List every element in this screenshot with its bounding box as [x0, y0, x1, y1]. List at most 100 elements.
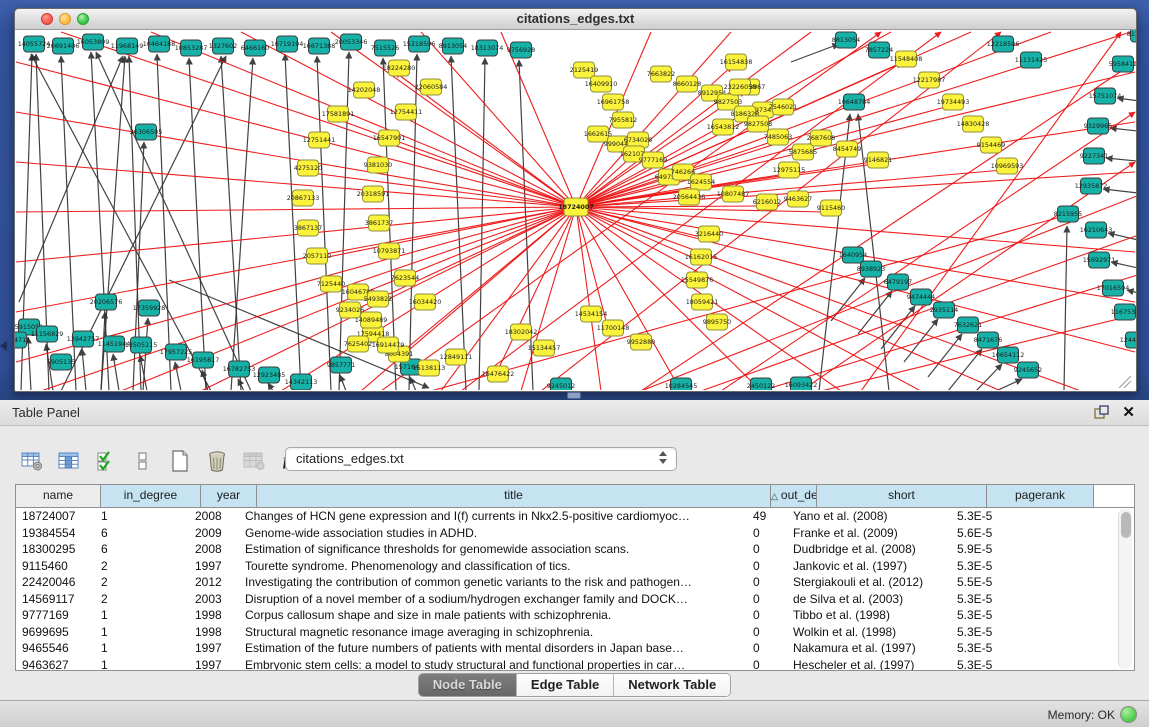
- table-cell: 0: [747, 640, 787, 657]
- table-cell: 2: [95, 591, 189, 608]
- scrollbar-thumb[interactable]: [1121, 512, 1131, 538]
- graph-node-label: 1624554: [687, 178, 715, 186]
- graph-node-label: 7125440: [317, 280, 345, 288]
- import-table-disabled-icon: [242, 449, 266, 473]
- graph-node-label: 10853287: [175, 44, 208, 52]
- column-header-label: year: [217, 488, 240, 502]
- table-header-row: namein_degree year title△out_de...shortpag…: [16, 485, 1134, 508]
- graph-edge: [19, 56, 123, 302]
- tab-edge-table[interactable]: Edge Table: [517, 674, 614, 696]
- table-row[interactable]: 2242004622012Investigating the contribut…: [16, 574, 1134, 591]
- vertical-scrollbar[interactable]: [1118, 509, 1132, 669]
- table-cell: Estimation of significance thresholds fo…: [239, 541, 747, 558]
- network-canvas[interactable]: 1405572420691406160538091196814910464188…: [15, 30, 1136, 390]
- graph-node-label: 9827508: [744, 120, 772, 128]
- select-columns-icon[interactable]: [94, 449, 118, 473]
- graph-node-label: 7632621: [954, 321, 982, 329]
- table-column-icon[interactable]: [57, 449, 81, 473]
- table-cell: Nakamura et al. (1997): [787, 640, 951, 657]
- graph-edge: [16, 207, 576, 212]
- table-row[interactable]: 1456911722003Disruption of a novel membe…: [16, 591, 1134, 608]
- table-cell: Changes of HCN gene expression and I(f) …: [239, 508, 747, 525]
- merge-rows-icon[interactable]: [131, 449, 155, 473]
- graph-node-label: 9381030: [364, 161, 392, 169]
- table-cell: 2008: [189, 541, 239, 558]
- table-panel-title: Table Panel: [12, 405, 80, 420]
- table-row[interactable]: 1938455462009Genome-wide association stu…: [16, 525, 1134, 542]
- graph-node-label: 8813054: [832, 36, 860, 44]
- table-cell: Franke et al. (2009): [787, 525, 951, 542]
- table-row[interactable]: 946554611997Estimation of the future num…: [16, 640, 1134, 657]
- tab-network-table[interactable]: Network Table: [614, 674, 730, 696]
- graph-node-label: 15751074: [1089, 92, 1122, 100]
- table-row[interactable]: 946362711997Embryonic stem cells: a mode…: [16, 657, 1134, 672]
- graph-node-label: 4275120: [294, 164, 322, 172]
- table-settings-icon[interactable]: [20, 449, 44, 473]
- graph-node-label: 12754411: [390, 108, 423, 116]
- graph-node-label: 9857771: [327, 361, 355, 369]
- column-header-name[interactable]: name: [16, 485, 101, 507]
- column-header-pagerank[interactable]: pagerank: [987, 485, 1094, 507]
- column-header-out_de[interactable]: △out_de...: [771, 485, 817, 507]
- window-titlebar[interactable]: citations_edges.txt: [15, 9, 1136, 30]
- table-cell: Disruption of a novel member of a sodium…: [239, 591, 747, 608]
- table-row[interactable]: 969969511998Structural magnetic resonanc…: [16, 624, 1134, 641]
- graph-edge: [1110, 128, 1136, 132]
- memory-status-indicator[interactable]: [1120, 706, 1137, 723]
- graph-node-label: 18224280: [383, 64, 416, 72]
- graph-node-label: 11156829: [31, 330, 64, 338]
- column-header-title[interactable]: title: [257, 485, 771, 507]
- table-cell: 1: [95, 607, 189, 624]
- graph-node-label: 9474444: [907, 293, 935, 301]
- graph-node-label: 16914479: [372, 341, 405, 349]
- graph-node-label: 15218506: [403, 40, 436, 48]
- network-canvas-wrap[interactable]: 1405572420691406160538091196814910464188…: [15, 30, 1136, 390]
- graph-node-label: 12218506: [987, 40, 1020, 48]
- table-cell: 5.3E-5: [951, 640, 1052, 657]
- left-collapse-arrow-icon[interactable]: [0, 341, 7, 351]
- graph-edge: [410, 377, 416, 390]
- table-cell: 1997: [189, 640, 239, 657]
- splitter-handle[interactable]: [567, 392, 581, 399]
- float-panel-icon[interactable]: [1094, 405, 1109, 420]
- table-row[interactable]: 1872400712008Changes of HCN gene express…: [16, 508, 1134, 525]
- graph-node-label: 9756928: [507, 46, 535, 54]
- resize-corner-icon[interactable]: [1119, 376, 1131, 388]
- memory-status-label: Memory: OK: [1048, 708, 1115, 722]
- graph-node-label: 20564436: [673, 193, 706, 201]
- table-row[interactable]: 977716911998Corpus callosum shape and si…: [16, 607, 1134, 624]
- column-header-year[interactable]: year: [201, 485, 257, 507]
- graph-node-label: 3861737: [365, 219, 393, 227]
- tab-node-table[interactable]: Node Table: [419, 674, 517, 696]
- graph-node-label: 8113054: [1127, 30, 1136, 38]
- new-document-icon[interactable]: [168, 449, 192, 473]
- graph-edge: [948, 349, 982, 390]
- graph-node-label: 6734028: [624, 136, 652, 144]
- graph-node-label: 20867133: [287, 194, 320, 202]
- column-header-short[interactable]: short: [817, 485, 987, 507]
- graph-node-label: 6216012: [753, 198, 781, 206]
- table-row[interactable]: 1830029562008Estimation of significance …: [16, 541, 1134, 558]
- table-cell: 0: [747, 607, 787, 624]
- graph-node-label: 13505115: [125, 341, 158, 349]
- selector-stepper-icon: [659, 451, 667, 464]
- graph-node-label: 7857224: [865, 46, 893, 54]
- graph-edge: [16, 62, 576, 207]
- graph-node-label: 17359928: [133, 304, 166, 312]
- close-panel-icon[interactable]: ✕: [1122, 403, 1135, 421]
- graph-node-label: 12935872: [1075, 182, 1108, 190]
- delete-trash-icon[interactable]: [205, 449, 229, 473]
- table-cell: 2012: [189, 574, 239, 591]
- column-header-in_degree[interactable]: in_degree: [101, 485, 201, 507]
- graph-node-label: 12217987: [913, 76, 946, 84]
- table-cell: Wolkin et al. (1998): [787, 624, 951, 641]
- network-table-selector[interactable]: citations_edges.txt: [285, 447, 677, 471]
- table-tabs: Node TableEdge TableNetwork Table: [0, 673, 1149, 697]
- table-row[interactable]: 911546021997Tourette syndrome. Phenomeno…: [16, 558, 1134, 575]
- table-cell: 1997: [189, 558, 239, 575]
- graph-node-label: 10654112: [992, 351, 1025, 359]
- table-cell: 9699695: [16, 624, 95, 641]
- graph-edge: [451, 56, 466, 390]
- table-cell: Hescheler et al. (1997): [787, 657, 951, 672]
- table-cell: 9777169: [16, 607, 95, 624]
